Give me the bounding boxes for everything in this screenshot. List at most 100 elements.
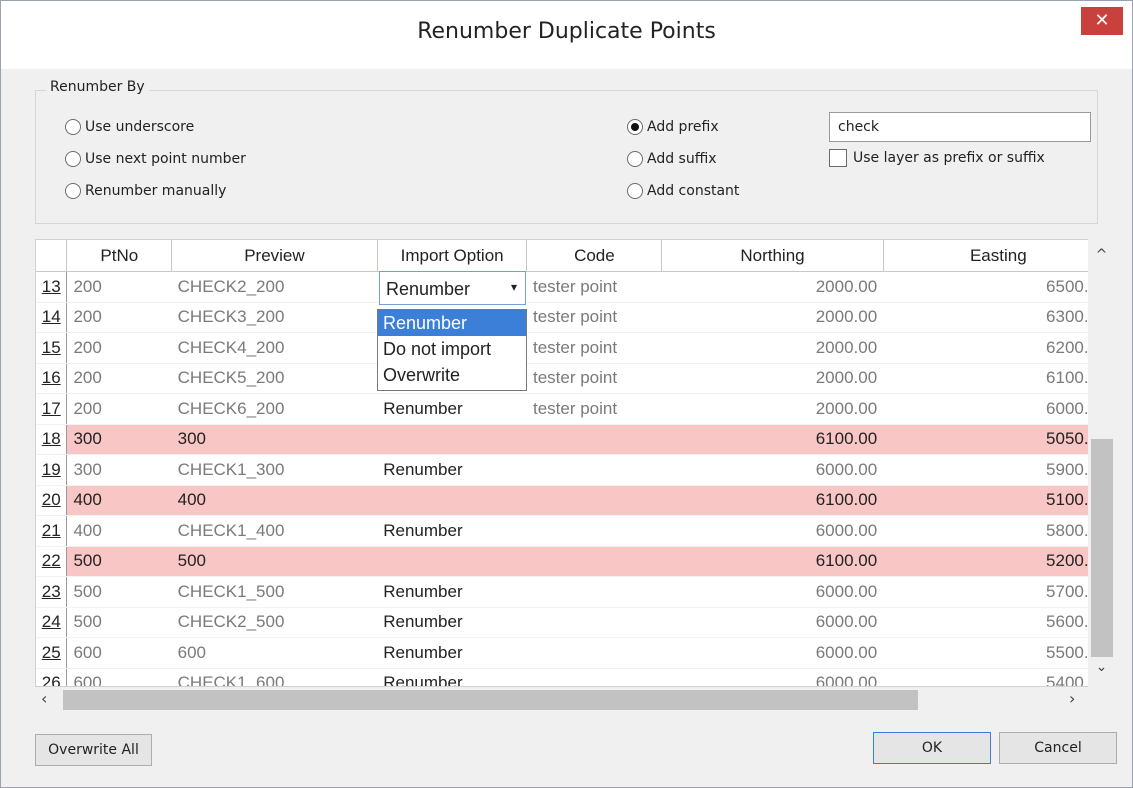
table-row[interactable]: 15 200 CHECK4_200 tester point 2000.00 6200.0… xyxy=(36,332,1114,364)
row-number[interactable]: 14 xyxy=(36,302,68,333)
table-row[interactable]: 14 200 CHECK3_200 tester point 2000.00 6300.0… xyxy=(36,302,1114,333)
title-bar: Renumber Duplicate Points ✕ xyxy=(1,1,1132,69)
cell-import[interactable]: Renumber xyxy=(377,454,527,486)
table-row[interactable]: 17 200 CHECK6_200 Renumber tester point 2000.… xyxy=(36,393,1114,425)
checkbox-box[interactable] xyxy=(829,149,847,167)
cell-preview: CHECK1_300 xyxy=(171,454,378,486)
radio-dot[interactable] xyxy=(627,151,643,167)
radio-dot[interactable] xyxy=(65,119,81,135)
row-number[interactable]: 26 xyxy=(36,668,68,686)
column-header-import-option[interactable]: Import Option xyxy=(377,240,528,272)
use-layer-checkbox[interactable]: Use layer as prefix or suffix xyxy=(829,149,1045,167)
dropdown-option[interactable]: Renumber xyxy=(378,310,526,336)
cancel-button[interactable]: Cancel xyxy=(999,732,1117,764)
column-header-ptno[interactable]: PtNo xyxy=(66,240,173,272)
cell-easting: 5900.00 xyxy=(883,454,1114,486)
cell-preview: 400 xyxy=(171,485,378,516)
table-row[interactable]: 20 400 400 6100.00 5100.00 xyxy=(36,485,1114,516)
radio-add-prefix[interactable]: Add prefix xyxy=(627,119,719,135)
vertical-scrollbar[interactable]: ^ ⌄ xyxy=(1088,239,1115,687)
cell-import[interactable] xyxy=(377,485,527,516)
horizontal-scroll-thumb[interactable] xyxy=(63,690,918,710)
scroll-right-icon[interactable]: › xyxy=(1069,689,1075,708)
table-row[interactable]: 13 200 CHECK2_200 tester point 2000.00 6500.0… xyxy=(36,271,1114,303)
cell-import[interactable]: Renumber xyxy=(377,393,527,425)
column-header-northing[interactable]: Northing xyxy=(661,240,884,272)
row-number[interactable]: 24 xyxy=(36,607,68,638)
row-number[interactable]: 18 xyxy=(36,424,68,455)
prefix-input[interactable] xyxy=(829,112,1091,142)
column-header-easting[interactable]: Easting xyxy=(883,240,1114,272)
dropdown-option[interactable]: Overwrite xyxy=(378,362,526,388)
row-number[interactable]: 25 xyxy=(36,637,68,669)
table-row[interactable]: 21 400 CHECK1_400 Renumber 6000.00 5800.00 xyxy=(36,515,1114,547)
cell-import[interactable]: Renumber xyxy=(377,607,527,638)
cell-ptno: 600 xyxy=(66,637,172,669)
radio-renumber-manually[interactable]: Renumber manually xyxy=(65,183,226,199)
close-icon[interactable]: ✕ xyxy=(1081,7,1123,35)
radio-dot[interactable] xyxy=(65,151,81,167)
radio-label: Use next point number xyxy=(85,151,246,167)
row-number[interactable]: 15 xyxy=(36,332,68,364)
ok-button[interactable]: OK xyxy=(873,732,991,764)
cell-easting: 6100.00 xyxy=(883,363,1114,394)
cell-import[interactable]: Renumber xyxy=(377,515,527,547)
scroll-down-icon[interactable]: ⌄ xyxy=(1088,659,1115,675)
table-row[interactable]: 19 300 CHECK1_300 Renumber 6000.00 5900.00 xyxy=(36,454,1114,486)
table-row[interactable]: 25 600 600 Renumber 6000.00 5500.00 xyxy=(36,637,1114,669)
cell-code: tester point xyxy=(526,363,662,394)
row-number[interactable]: 17 xyxy=(36,393,68,425)
cell-code xyxy=(526,515,662,547)
cell-preview: 600 xyxy=(171,637,378,669)
row-number[interactable]: 22 xyxy=(36,546,68,577)
table-row[interactable]: 23 500 CHECK1_500 Renumber 6000.00 5700.00 xyxy=(36,576,1114,608)
cell-preview: 500 xyxy=(171,546,378,577)
table-row[interactable]: 22 500 500 6100.00 5200.00 xyxy=(36,546,1114,577)
row-number[interactable]: 21 xyxy=(36,515,68,547)
cell-easting: 5050.00 xyxy=(883,424,1114,455)
cell-import[interactable]: Renumber xyxy=(377,668,527,686)
radio-use-next-point-number[interactable]: Use next point number xyxy=(65,151,246,167)
cell-easting: 6200.00 xyxy=(883,332,1114,364)
radio-dot[interactable] xyxy=(65,183,81,199)
row-number[interactable]: 19 xyxy=(36,454,68,486)
table-row[interactable]: 26 600 CHECK1_600 Renumber 6000.00 5400.00 xyxy=(36,668,1114,686)
column-header-preview[interactable]: Preview xyxy=(171,240,378,272)
cell-ptno: 200 xyxy=(66,363,172,394)
cell-import[interactable] xyxy=(377,424,527,455)
cell-northing: 2000.00 xyxy=(661,332,884,364)
renumber-by-legend: Renumber By xyxy=(46,79,149,95)
column-header-code[interactable]: Code xyxy=(526,240,663,272)
cell-import[interactable]: Renumber xyxy=(377,637,527,669)
row-number[interactable]: 13 xyxy=(36,271,68,303)
cell-import[interactable] xyxy=(377,546,527,577)
vertical-scroll-thumb[interactable] xyxy=(1091,439,1113,657)
cell-preview: CHECK1_500 xyxy=(171,576,378,608)
scroll-left-icon[interactable]: ‹ xyxy=(41,689,47,708)
cell-northing: 6100.00 xyxy=(661,546,884,577)
radio-dot[interactable] xyxy=(627,183,643,199)
chevron-down-icon[interactable]: ▾ xyxy=(511,280,517,294)
overwrite-all-button[interactable]: Overwrite All xyxy=(35,734,152,766)
radio-add-suffix[interactable]: Add suffix xyxy=(627,151,717,167)
table-row[interactable]: 24 500 CHECK2_500 Renumber 6000.00 5600.00 xyxy=(36,607,1114,638)
radio-use-underscore[interactable]: Use underscore xyxy=(65,119,194,135)
cell-preview: CHECK6_200 xyxy=(171,393,378,425)
use-layer-label: Use layer as prefix or suffix xyxy=(853,150,1045,166)
row-number[interactable]: 16 xyxy=(36,363,68,394)
import-option-combo[interactable]: Renumber ▾ xyxy=(379,271,526,305)
table-row[interactable]: 18 300 300 6100.00 5050.00 xyxy=(36,424,1114,455)
radio-label: Renumber manually xyxy=(85,183,227,199)
radio-add-constant[interactable]: Add constant xyxy=(627,183,739,199)
dialog-title: Renumber Duplicate Points xyxy=(417,19,716,44)
radio-dot[interactable] xyxy=(627,119,643,135)
row-number[interactable]: 20 xyxy=(36,485,68,516)
row-number[interactable]: 23 xyxy=(36,576,68,608)
scroll-up-icon[interactable]: ^ xyxy=(1088,247,1115,263)
table-row[interactable]: 16 200 CHECK5_200 tester point 2000.00 6100.0… xyxy=(36,363,1114,394)
horizontal-scrollbar[interactable]: ‹ › xyxy=(35,687,1088,713)
cell-ptno: 200 xyxy=(66,271,172,303)
cell-ptno: 200 xyxy=(66,393,172,425)
cell-import[interactable]: Renumber xyxy=(377,576,527,608)
dropdown-option[interactable]: Do not import xyxy=(378,336,526,362)
